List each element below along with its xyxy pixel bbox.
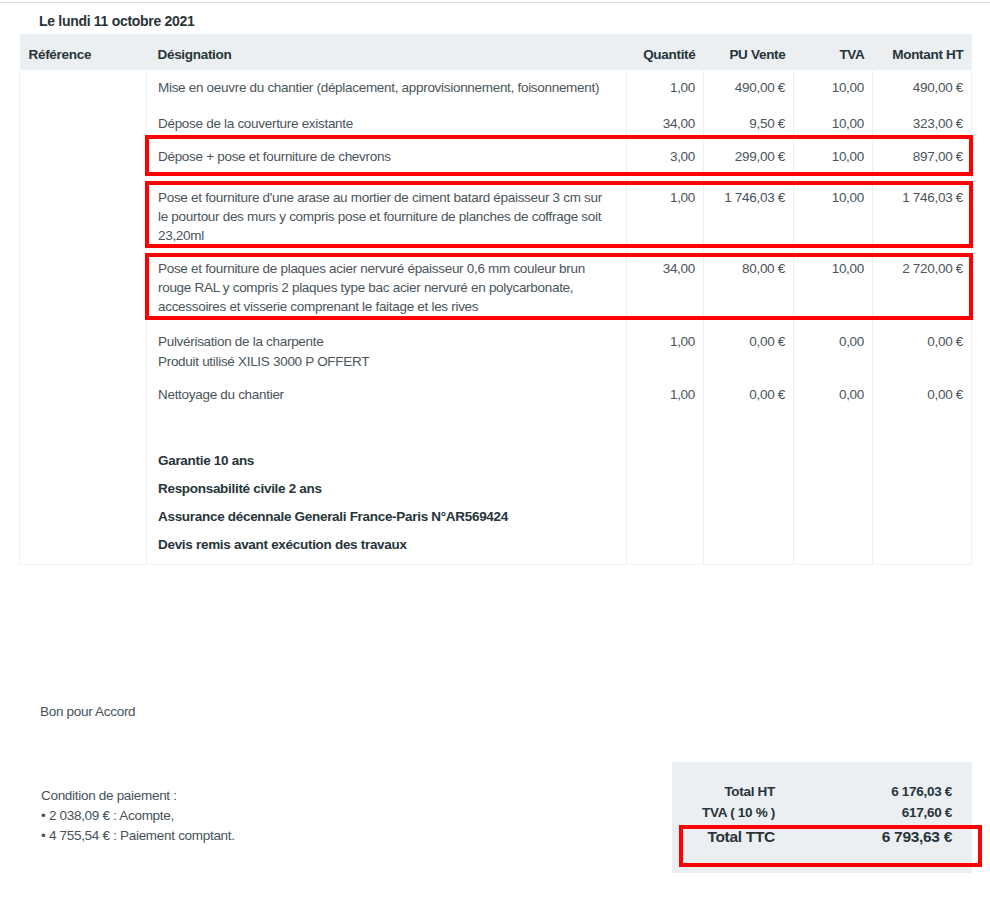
cell-tva: 10,00 [794,106,873,140]
cell-tva: 10,00 [794,70,873,106]
cell-designation: Nettoyage du chantier [147,373,627,417]
totals-row: TVA ( 10 % )617,60 € [672,802,972,823]
header-unit-price: PU Vente [704,34,794,70]
totals-label: Total TTC [672,825,775,848]
cell-tva: 10,00 [794,247,873,317]
items-table: Référence Désignation Quantité PU Vente … [19,34,972,565]
approval-note: Bon pour Accord [40,702,135,722]
totals-row: Total HT6 176,03 € [672,781,972,802]
note-line: Responsabilité civile 2 ans [158,479,620,499]
totals-label: TVA ( 10 % ) [672,802,775,823]
cell-quantity: 1,00 [627,70,704,106]
cell-amount: 0,00 € [873,373,972,417]
cell-reference [20,373,147,417]
cell-amount [873,417,972,564]
cell-amount: 323,00 € [873,106,972,140]
cell-unit-price: 1 746,03 € [704,177,794,247]
totals-value: 6 176,03 € [775,781,952,802]
cell-tva [794,417,873,564]
table-notes-row: Garantie 10 ans Responsabilité civile 2 a… [20,417,972,564]
table-row: Mise en oeuvre du chantier (déplacement,… [20,70,972,106]
totals-value: 617,60 € [775,802,952,823]
top-divider [0,2,990,3]
table-header-row: Référence Désignation Quantité PU Vente … [20,34,972,70]
header-reference: Référence [20,34,147,70]
note-line: Devis remis avant exécution des travaux [158,535,620,555]
table-row: Dépose + pose et fourniture de chevrons3… [20,140,972,177]
cell-quantity [627,417,704,564]
cell-tva: 10,00 [794,177,873,247]
payment-item: 2 038,09 € : Acompte, [41,806,235,826]
document-page: Le lundi 11 octobre 2021 Référence Désig… [0,0,990,900]
cell-unit-price: 80,00 € [704,247,794,317]
payment-item: 4 755,54 € : Paiement comptant. [41,826,235,846]
note-line: Garantie 10 ans [158,451,620,471]
header-tva: TVA [794,34,873,70]
cell-unit-price: 0,00 € [704,317,794,373]
header-quantity: Quantité [627,34,704,70]
table-row: Pulvérisation de la charpente Produit ut… [20,317,972,373]
cell-notes: Garantie 10 ans Responsabilité civile 2 a… [147,417,627,564]
table-row: Pose et fourniture d'une arase au mortie… [20,177,972,247]
cell-amount: 1 746,03 € [873,177,972,247]
totals-label: Total HT [672,781,775,802]
totals-row: Total TTC6 793,63 € [672,825,972,848]
totals-box: Total HT6 176,03 €TVA ( 10 % )617,60 €To… [672,762,972,873]
cell-quantity: 3,00 [627,140,704,177]
cell-quantity: 1,00 [627,317,704,373]
cell-designation: Pose et fourniture de plaques acier nerv… [147,247,627,317]
cell-unit-price: 9,50 € [704,106,794,140]
cell-quantity: 1,00 [627,373,704,417]
table-row: Pose et fourniture de plaques acier nerv… [20,247,972,317]
cell-reference [20,317,147,373]
cell-unit-price [704,417,794,564]
cell-unit-price: 0,00 € [704,373,794,417]
cell-amount: 897,00 € [873,140,972,177]
note-line: Assurance décennale Generali France-Pari… [158,507,620,527]
cell-amount: 2 720,00 € [873,247,972,317]
cell-reference [20,247,147,317]
cell-quantity: 34,00 [627,247,704,317]
cell-quantity: 1,00 [627,177,704,247]
cell-quantity: 34,00 [627,106,704,140]
date-line: Le lundi 11 octobre 2021 [39,14,194,29]
cell-tva: 10,00 [794,140,873,177]
header-designation: Désignation [147,34,627,70]
cell-designation: Pulvérisation de la charpente Produit ut… [147,317,627,373]
table-row: Dépose de la couverture existante34,009,… [20,106,972,140]
cell-designation: Dépose + pose et fourniture de chevrons [147,140,627,177]
cell-reference [20,140,147,177]
cell-reference [20,417,147,564]
cell-unit-price: 299,00 € [704,140,794,177]
cell-reference [20,177,147,247]
cell-designation: Mise en oeuvre du chantier (déplacement,… [147,70,627,106]
items-table-body: Mise en oeuvre du chantier (déplacement,… [20,70,972,564]
table-row: Nettoyage du chantier1,000,00 €0,000,00 … [20,373,972,417]
cell-reference [20,70,147,106]
cell-tva: 0,00 [794,373,873,417]
cell-amount: 490,00 € [873,70,972,106]
cell-reference [20,106,147,140]
payment-conditions: Condition de paiement : 2 038,09 € : Aco… [41,786,235,846]
header-amount: Montant HT [873,34,972,70]
cell-designation: Pose et fourniture d'une arase au mortie… [147,177,627,247]
cell-amount: 0,00 € [873,317,972,373]
cell-designation: Dépose de la couverture existante [147,106,627,140]
cell-tva: 0,00 [794,317,873,373]
cell-unit-price: 490,00 € [704,70,794,106]
payment-conditions-title: Condition de paiement : [41,786,235,806]
totals-value: 6 793,63 € [775,825,952,848]
